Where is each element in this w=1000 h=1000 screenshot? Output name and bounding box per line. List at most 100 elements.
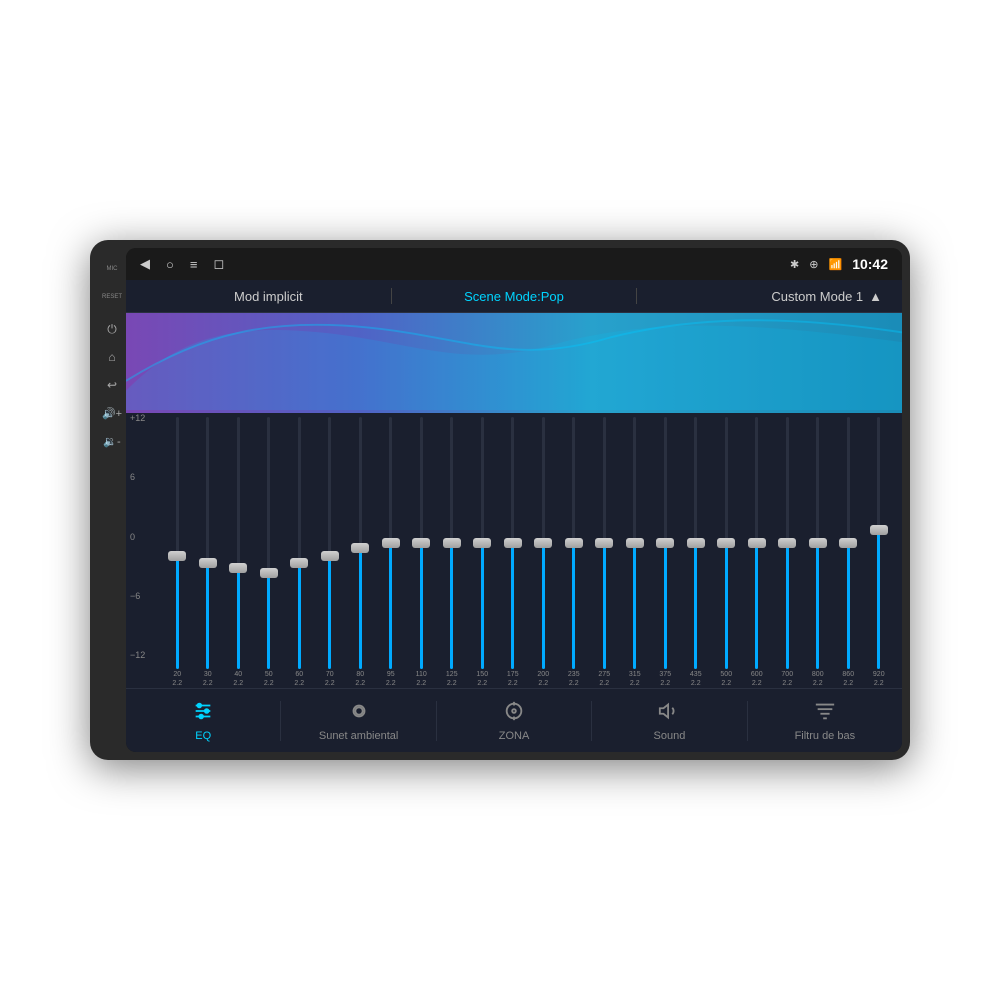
fader-col-50[interactable] — [254, 417, 285, 669]
fader-handle-125[interactable] — [443, 538, 461, 548]
fader-col-315[interactable] — [620, 417, 651, 669]
fc-label-col-110: 110 2.2 — [406, 671, 437, 688]
fader-handle-40[interactable] — [229, 563, 247, 573]
fader-col-40[interactable] — [223, 417, 254, 669]
q-value-700: 2.2 — [772, 680, 803, 688]
fc-label-col-30: 30 2.2 — [193, 671, 224, 688]
fader-track-175 — [511, 417, 514, 669]
fc-label-col-375: 375 2.2 — [650, 671, 681, 688]
fader-handle-800[interactable] — [809, 538, 827, 548]
power-button[interactable]: ⏻ — [101, 318, 123, 340]
tab-eq[interactable]: EQ — [126, 694, 280, 748]
tab-sunet-icon — [348, 700, 370, 726]
fader-track-860 — [847, 417, 850, 669]
back-nav-icon[interactable]: ◀ — [140, 256, 150, 272]
fader-handle-30[interactable] — [199, 558, 217, 568]
fader-handle-700[interactable] — [778, 538, 796, 548]
fader-handle-435[interactable] — [687, 538, 705, 548]
fader-handle-80[interactable] — [351, 543, 369, 553]
fader-handle-375[interactable] — [656, 538, 674, 548]
fader-col-235[interactable] — [559, 417, 590, 669]
fader-handle-20[interactable] — [168, 551, 186, 561]
fc-label-col-50: 50 2.2 — [254, 671, 285, 688]
fader-col-70[interactable] — [315, 417, 346, 669]
fader-col-20[interactable] — [162, 417, 193, 669]
fader-handle-275[interactable] — [595, 538, 613, 548]
fc-value-275: 275 — [589, 671, 620, 679]
recent-nav-icon[interactable]: ◻ — [213, 256, 224, 272]
fader-col-860[interactable] — [833, 417, 864, 669]
fader-col-800[interactable] — [803, 417, 834, 669]
vol-down-button[interactable]: 🔉- — [101, 430, 123, 452]
vol-up-button[interactable]: 🔊+ — [101, 402, 123, 424]
home-nav-icon[interactable]: ○ — [166, 257, 174, 272]
fc-value-600: 600 — [742, 671, 773, 679]
fader-col-375[interactable] — [650, 417, 681, 669]
menu-nav-icon[interactable]: ≡ — [190, 257, 198, 272]
fc-label-col-125: 125 2.2 — [437, 671, 468, 688]
reset-label: RESET — [101, 286, 123, 308]
fc-value-40: 40 — [223, 671, 254, 679]
nav-icons: ◀ ○ ≡ ◻ — [140, 256, 224, 272]
fader-handle-860[interactable] — [839, 538, 857, 548]
q-value-235: 2.2 — [559, 680, 590, 688]
scale-minus6: −6 — [130, 591, 145, 601]
fader-col-920[interactable] — [864, 417, 895, 669]
fader-col-200[interactable] — [528, 417, 559, 669]
fc-label-col-20: 20 2.2 — [162, 671, 193, 688]
fader-handle-200[interactable] — [534, 538, 552, 548]
fader-col-275[interactable] — [589, 417, 620, 669]
fc-value-30: 30 — [193, 671, 224, 679]
fader-col-175[interactable] — [498, 417, 529, 669]
fader-col-95[interactable] — [376, 417, 407, 669]
fader-col-700[interactable] — [772, 417, 803, 669]
fader-col-125[interactable] — [437, 417, 468, 669]
scene-mode[interactable]: Scene Mode:Pop — [392, 289, 637, 304]
fader-handle-600[interactable] — [748, 538, 766, 548]
fader-handle-110[interactable] — [412, 538, 430, 548]
fader-handle-70[interactable] — [321, 551, 339, 561]
tab-filtru-label: Filtru de bas — [795, 730, 856, 742]
q-value-30: 2.2 — [193, 680, 224, 688]
fader-fill-50 — [267, 573, 270, 669]
mode-implicit[interactable]: Mod implicit — [146, 289, 391, 304]
fader-handle-500[interactable] — [717, 538, 735, 548]
fader-handle-175[interactable] — [504, 538, 522, 548]
fader-col-110[interactable] — [406, 417, 437, 669]
scale-6: 6 — [130, 472, 145, 482]
fader-fill-920 — [877, 531, 880, 670]
fader-track-30 — [206, 417, 209, 669]
fader-col-435[interactable] — [681, 417, 712, 669]
fader-fill-80 — [359, 548, 362, 669]
home-button[interactable]: ⌂ — [101, 346, 123, 368]
fader-handle-235[interactable] — [565, 538, 583, 548]
fader-col-150[interactable] — [467, 417, 498, 669]
fader-fill-150 — [481, 543, 484, 669]
fader-col-600[interactable] — [742, 417, 773, 669]
tab-filtru[interactable]: Filtru de bas — [748, 694, 902, 748]
back-button[interactable]: ↩ — [101, 374, 123, 396]
fc-label-col-600: 600 2.2 — [742, 671, 773, 688]
tab-zona[interactable]: ZONA — [437, 694, 591, 748]
fader-handle-315[interactable] — [626, 538, 644, 548]
tab-sunet-label: Sunet ambiental — [319, 730, 399, 742]
fader-handle-150[interactable] — [473, 538, 491, 548]
fader-col-80[interactable] — [345, 417, 376, 669]
fader-col-60[interactable] — [284, 417, 315, 669]
fader-col-500[interactable] — [711, 417, 742, 669]
tab-sound[interactable]: Sound — [592, 694, 746, 748]
tab-sunet[interactable]: Sunet ambiental — [281, 694, 435, 748]
tab-eq-label: EQ — [195, 730, 211, 742]
fc-label-col-500: 500 2.2 — [711, 671, 742, 688]
fader-handle-60[interactable] — [290, 558, 308, 568]
fader-track-70 — [328, 417, 331, 669]
scale-minus12: −12 — [130, 650, 145, 660]
fader-track-435 — [694, 417, 697, 669]
fader-col-30[interactable] — [193, 417, 224, 669]
fader-handle-920[interactable] — [870, 525, 888, 535]
fader-handle-95[interactable] — [382, 538, 400, 548]
fader-fill-125 — [450, 543, 453, 669]
fader-handle-50[interactable] — [260, 568, 278, 578]
wifi-icon: 📶 — [828, 258, 842, 271]
custom-mode[interactable]: Custom Mode 1 ▲ — [637, 289, 882, 304]
